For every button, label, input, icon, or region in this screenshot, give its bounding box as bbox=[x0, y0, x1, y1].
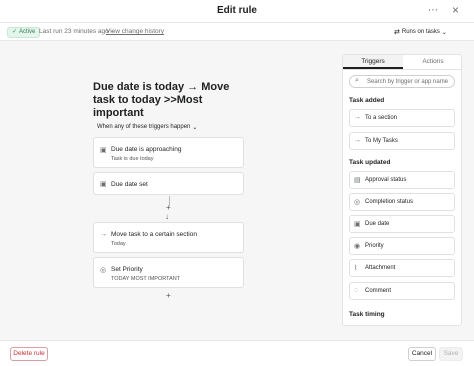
arrow-right-icon: → bbox=[100, 231, 107, 238]
trigger-card[interactable]: ▣ Due date is approaching Task is due to… bbox=[93, 137, 244, 168]
approval-icon: ▤ bbox=[354, 177, 361, 184]
action-card[interactable]: → Move task to a certain section Today bbox=[93, 222, 244, 253]
more-icon[interactable]: ⋯ bbox=[428, 5, 438, 16]
trigger-option[interactable]: ▤ Approval status bbox=[349, 171, 455, 189]
trigger-label: Due date is approaching bbox=[111, 146, 182, 153]
arrow-right-icon: → bbox=[354, 137, 361, 144]
action-card[interactable]: ◎ Set Priority TODAY MOST IMPORTANT bbox=[93, 257, 244, 288]
trigger-card[interactable]: ▣ Due date set bbox=[93, 172, 244, 195]
action-sub: Today bbox=[111, 241, 126, 247]
trigger-option[interactable]: ▣ Due date bbox=[349, 215, 455, 233]
trigger-mode-label: When any of these triggers happen bbox=[97, 124, 191, 130]
action-label: Set Priority bbox=[111, 266, 143, 273]
search-input[interactable]: ⌕ Search by trigger or app name bbox=[349, 75, 455, 88]
arrow-right-icon: → bbox=[354, 114, 361, 121]
cancel-button[interactable]: Cancel bbox=[408, 347, 436, 361]
search-placeholder: Search by trigger or app name bbox=[367, 79, 449, 85]
status-badge-label: Active bbox=[19, 29, 36, 35]
calendar-icon: ▣ bbox=[100, 181, 107, 188]
add-trigger-button[interactable]: + bbox=[166, 203, 171, 212]
search-icon: ⌕ bbox=[355, 77, 359, 84]
trigger-option[interactable]: ◎ Completion status bbox=[349, 193, 455, 211]
check-circle-icon: ◎ bbox=[354, 199, 361, 206]
dialog-title: Edit rule bbox=[216, 5, 257, 16]
section-heading: Task timing bbox=[349, 311, 385, 318]
section-heading: Task updated bbox=[349, 159, 391, 166]
dialog-header: Edit rule ⋯ × bbox=[0, 0, 474, 23]
panel-tabs: Triggers Actions bbox=[343, 55, 461, 70]
status-badge: ✓ Active bbox=[7, 27, 41, 38]
trigger-mode-dropdown[interactable]: When any of these triggers happen ⌄ bbox=[97, 124, 197, 131]
dialog-footer: Delete rule Cancel Save bbox=[0, 340, 474, 366]
rule-title[interactable]: Due date is today → Move task to today >… bbox=[93, 81, 253, 120]
last-run-text: Last run 23 minutes ago · bbox=[39, 28, 113, 35]
runs-on-dropdown[interactable]: ⇄ Runs on tasks ⌄ bbox=[394, 28, 447, 36]
trigger-label: Due date set bbox=[111, 181, 148, 188]
check-circle-icon: ◎ bbox=[100, 267, 107, 274]
paperclip-icon: ⌇ bbox=[354, 265, 358, 272]
action-sub: TODAY MOST IMPORTANT bbox=[111, 276, 181, 282]
check-icon: ✓ bbox=[12, 29, 18, 35]
tab-actions[interactable]: Actions bbox=[403, 55, 461, 69]
arrow-down-icon: ↓ bbox=[165, 212, 169, 221]
calendar-icon: ▣ bbox=[100, 147, 107, 154]
flow-icon: ⇄ bbox=[394, 29, 400, 36]
tab-triggers[interactable]: Triggers bbox=[343, 55, 403, 69]
section-heading: Task added bbox=[349, 97, 385, 104]
priority-icon: ◉ bbox=[354, 243, 361, 250]
trigger-sub: Task is due today bbox=[111, 156, 154, 162]
status-bar: ✓ Active Last run 23 minutes ago · View … bbox=[0, 23, 474, 41]
view-history-link[interactable]: View change history bbox=[106, 28, 164, 35]
trigger-option[interactable]: ⌇ Attachment bbox=[349, 259, 455, 277]
close-icon[interactable]: × bbox=[452, 3, 459, 17]
action-label: Move task to a certain section bbox=[111, 231, 197, 238]
trigger-option[interactable]: ◉ Priority bbox=[349, 237, 455, 255]
comment-icon: ◌ bbox=[354, 287, 359, 294]
trigger-option[interactable]: → To a section bbox=[349, 109, 455, 127]
trigger-option[interactable]: ◌ Comment bbox=[349, 282, 455, 300]
calendar-icon: ▣ bbox=[354, 221, 361, 228]
triggers-panel: Triggers Actions ⌕ Search by trigger or … bbox=[342, 54, 462, 326]
delete-rule-button[interactable]: Delete rule bbox=[10, 347, 48, 361]
chevron-down-icon: ⌄ bbox=[441, 29, 447, 36]
save-button[interactable]: Save bbox=[439, 347, 463, 361]
add-action-button[interactable]: + bbox=[166, 291, 171, 300]
trigger-option[interactable]: → To My Tasks bbox=[349, 132, 455, 150]
runs-on-label: Runs on tasks bbox=[401, 29, 440, 35]
chevron-down-icon: ⌄ bbox=[192, 125, 198, 131]
